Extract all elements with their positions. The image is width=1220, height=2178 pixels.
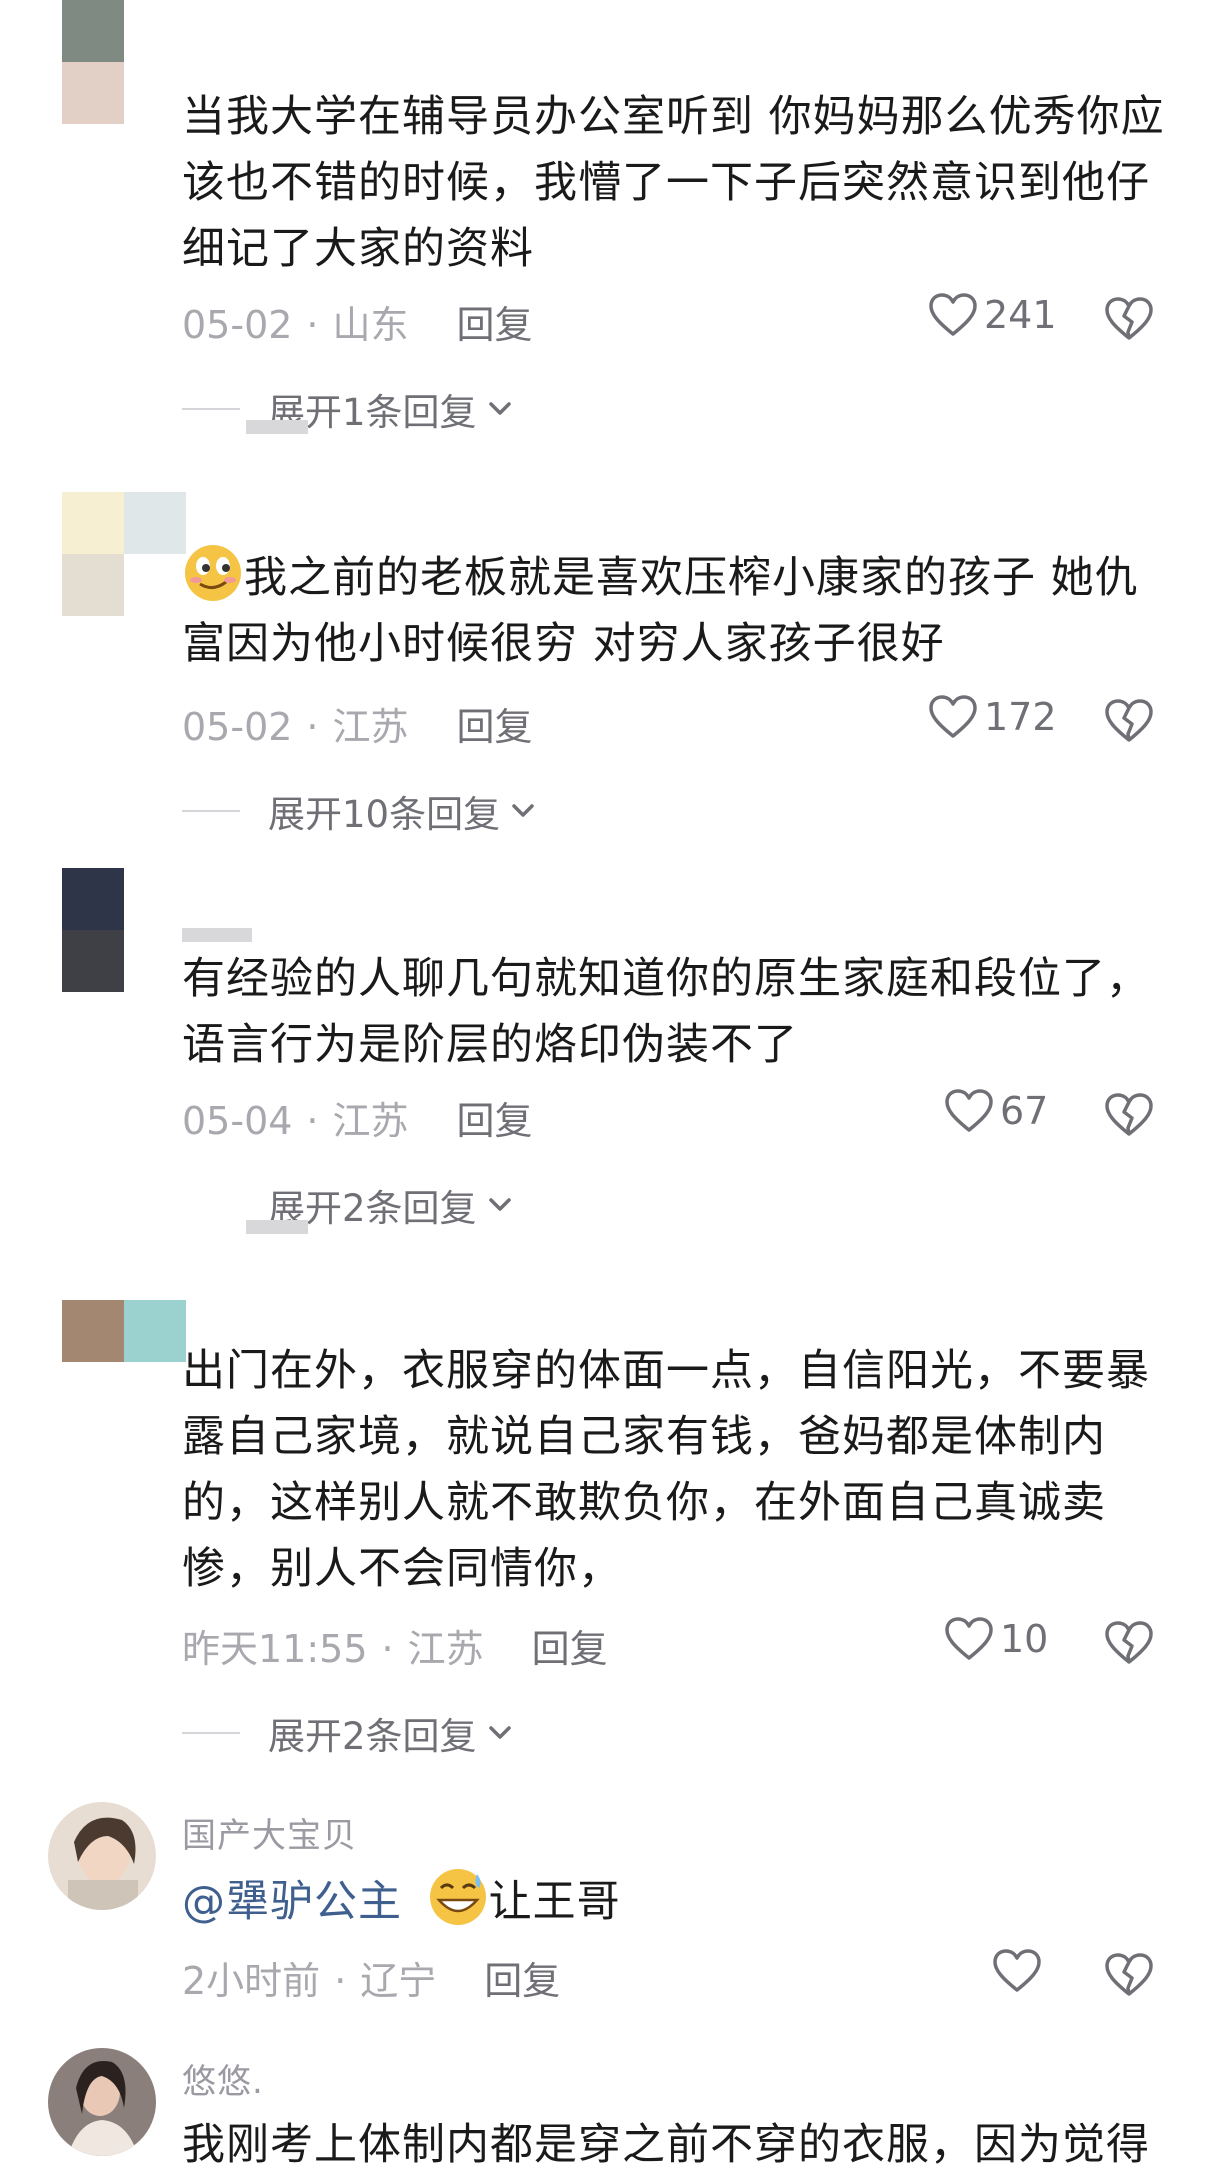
comment-text-body: 让王哥 <box>488 1877 621 1927</box>
heart-outline-icon <box>993 1949 1041 1992</box>
reply-button[interactable]: 回复 <box>457 303 533 347</box>
comment-meta: 05-02 · 江苏 回复 <box>182 705 533 749</box>
chevron-down-icon <box>488 1198 511 1211</box>
smirk-emoji-icon <box>185 545 241 601</box>
comment-location: 山东 <box>332 303 409 347</box>
comment-date: 05-04 <box>182 1099 293 1143</box>
reply-button[interactable]: 回复 <box>484 1959 560 2003</box>
reply-button[interactable]: 回复 <box>457 1099 533 1143</box>
username[interactable]: 悠悠. <box>182 2054 264 2103</box>
broken-heart-icon[interactable] <box>1104 1620 1154 1666</box>
heart-outline-icon <box>929 293 977 336</box>
blurred-region <box>246 420 308 434</box>
comment-meta: 05-04 · 江苏 回复 <box>182 1099 533 1143</box>
expand-replies-button[interactable]: 展开2条回复 <box>182 1706 517 1760</box>
expand-replies-button[interactable]: 展开1条回复 <box>182 382 517 436</box>
like-button[interactable]: 172 <box>928 694 1057 740</box>
avatar[interactable] <box>48 1802 156 1910</box>
like-count: 241 <box>984 293 1057 337</box>
avatar[interactable] <box>62 492 186 616</box>
grinning-sweat-emoji-icon <box>429 1869 486 1925</box>
avatar-photo <box>48 1802 156 1910</box>
comment-text: 出门在外，衣服穿的体面一点，自信阳光，不要暴露自己家境，就说自己家有钱，爸妈都是… <box>182 1346 1150 1594</box>
blurred-region <box>246 1220 308 1234</box>
broken-heart-icon[interactable] <box>1104 1952 1154 1998</box>
broken-heart-icon[interactable] <box>1104 1092 1154 1138</box>
comment-meta: 昨天11:55 · 江苏 回复 <box>182 1627 608 1671</box>
heart-outline-icon <box>945 1089 993 1132</box>
chevron-down-icon <box>488 1726 511 1739</box>
chevron-down-icon <box>512 804 534 817</box>
broken-heart-icon[interactable] <box>1104 698 1154 744</box>
broken-heart-icon[interactable] <box>1104 296 1154 342</box>
like-button[interactable]: 67 <box>944 1088 1048 1134</box>
divider-line <box>182 810 240 812</box>
comment-meta: 2小时前 · 辽宁 回复 <box>182 1959 561 2003</box>
comment-location: 江苏 <box>332 1099 409 1143</box>
expand-replies-button[interactable]: 展开10条回复 <box>182 784 540 838</box>
comment-location: 辽宁 <box>360 1959 437 2003</box>
comment-date: 昨天11:55 <box>182 1627 368 1671</box>
avatar[interactable] <box>62 1300 186 1362</box>
like-button[interactable] <box>992 1948 1042 1994</box>
expand-replies-label: 展开2条回复 <box>268 1715 477 1758</box>
avatar[interactable] <box>48 2048 156 2156</box>
reply-button[interactable]: 回复 <box>532 1627 608 1671</box>
comment-text: @犟驴公主 让王哥 <box>182 1866 1172 1935</box>
chevron-down-icon <box>488 402 511 415</box>
like-count: 10 <box>1000 1617 1049 1661</box>
like-count: 67 <box>1000 1089 1049 1133</box>
avatar[interactable] <box>62 0 186 124</box>
comment-location: 江苏 <box>332 705 409 749</box>
divider-line <box>182 1732 240 1734</box>
avatar[interactable] <box>62 868 186 992</box>
reply-button[interactable]: 回复 <box>457 705 533 749</box>
like-count: 172 <box>984 695 1057 739</box>
expand-replies-button[interactable]: 展开2条回复 <box>182 1178 517 1232</box>
expand-replies-label: 展开10条回复 <box>268 793 501 836</box>
heart-outline-icon <box>929 695 977 738</box>
comment-text-body: 我之前的老板就是喜欢压榨小康家的孩子 她仇富因为他小时候很穷 对穷人家孩子很好 <box>182 553 1139 669</box>
like-button[interactable]: 10 <box>944 1616 1048 1662</box>
divider-line <box>182 408 240 410</box>
comment-text: 我之前的老板就是喜欢压榨小康家的孩子 她仇富因为他小时候很穷 对穷人家孩子很好 <box>182 542 1172 677</box>
comment-meta: 05-02 · 山东 回复 <box>182 303 533 347</box>
comment-date: 2小时前 <box>182 1959 321 2003</box>
comment-date: 05-02 <box>182 705 293 749</box>
mention-link[interactable]: @犟驴公主 <box>182 1877 402 1927</box>
like-button[interactable]: 241 <box>928 292 1057 338</box>
comment-text: 有经验的人聊几句就知道你的原生家庭和段位了，语言行为是阶层的烙印伪装不了 <box>182 954 1150 1070</box>
blurred-region <box>182 928 252 942</box>
avatar-photo <box>48 2048 156 2156</box>
comment-location: 江苏 <box>407 1627 484 1671</box>
comment-text: 当我大学在辅导员办公室听到 你妈妈那么优秀你应该也不错的时候，我懵了一下子后突然… <box>182 92 1165 274</box>
comment-text: 我刚考上体制内都是穿之前不穿的衣服，因为觉得 <box>182 2120 1150 2170</box>
comment-date: 05-02 <box>182 303 293 347</box>
divider-line <box>182 1204 240 1206</box>
username[interactable]: 国产大宝贝 <box>182 1808 357 1857</box>
heart-outline-icon <box>945 1617 993 1660</box>
